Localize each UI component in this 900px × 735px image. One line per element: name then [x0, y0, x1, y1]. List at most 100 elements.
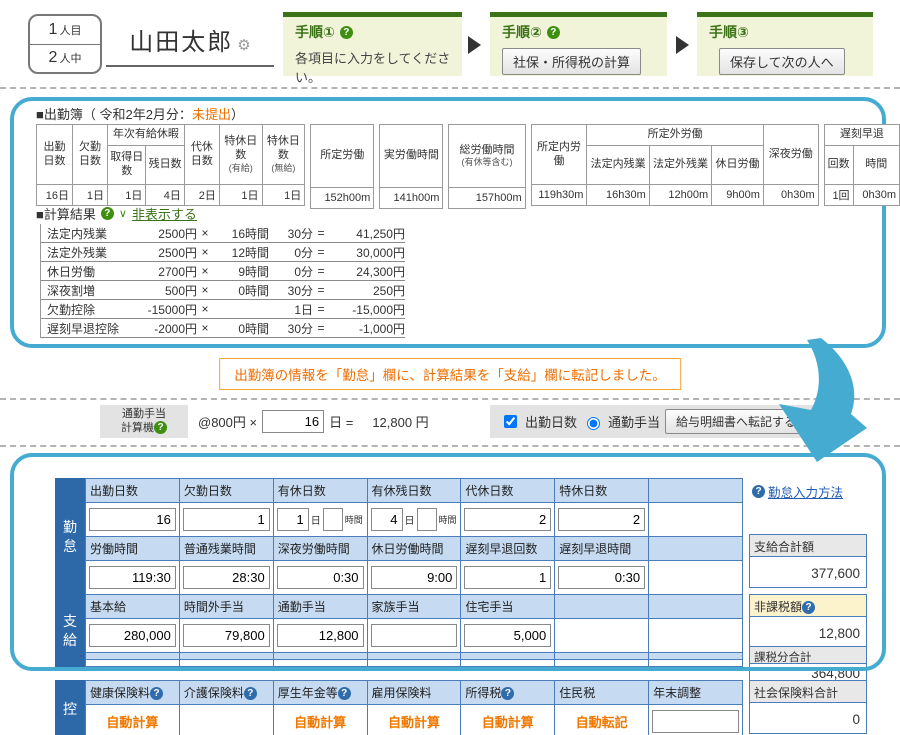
attendance-book-title: ■出勤簿（ 令和2年2月分：未提出）: [36, 104, 244, 123]
step1-title: 手順①: [295, 22, 335, 42]
payment-total-box: 支給合計額 377,600: [749, 534, 867, 588]
housing-allowance-input[interactable]: [464, 624, 551, 647]
attendance-days-input[interactable]: [89, 508, 176, 531]
calc-row: 深夜割増500円×0時間30分=250円: [41, 281, 405, 300]
commute-amount: 12,800 円: [372, 412, 428, 431]
social-insurance-total-label: 社会保険料合計: [750, 681, 866, 703]
paid-leave-remaining-hours-input[interactable]: [417, 508, 437, 531]
step-arrow-icon: [468, 36, 481, 54]
health-insurance-auto: 自動計算: [86, 705, 180, 735]
tardiness-table: 遅刻早退 回数 時間 1回 0h30m: [824, 124, 900, 206]
chevron-down-icon: ∨: [119, 207, 127, 220]
transfer-arrow-icon: [763, 336, 881, 464]
family-allowance-input[interactable]: [371, 624, 458, 647]
pager-current: 1 人目: [30, 16, 100, 44]
transfer-notice: 出勤簿の情報を「勤怠」欄に、計算結果を「支給」欄に転記しました。: [219, 358, 681, 390]
employee-name: 山田太郎: [129, 29, 233, 56]
holiday-work-hours-input[interactable]: [371, 566, 458, 589]
calc-row: 休日労働2700円×9時間0分=24,300円: [41, 262, 405, 281]
tardy-hours-input[interactable]: [558, 566, 645, 589]
overtime-hours-input[interactable]: [183, 566, 270, 589]
tardy-count-input[interactable]: [464, 566, 551, 589]
attendance-days-table: 出勤日数 欠勤日数 年次有給休暇 代休日数 特休日数(有給) 特休日数(無給) …: [36, 124, 305, 206]
base-salary-input[interactable]: [89, 624, 176, 647]
shikyu-table: 基本給 時間外手当 通勤手当 家族手当 住宅手当: [85, 594, 743, 667]
step1-box: 手順① ? 各項目に入力をしてください。: [283, 12, 462, 76]
divider: [0, 87, 900, 89]
calc-row: 法定内残業2500円×16時間30分=41,250円: [41, 224, 405, 243]
commute-calculator-label: 通勤手当 計算機?: [100, 405, 188, 438]
calc-insurance-tax-button[interactable]: 社保・所得税の計算: [502, 48, 641, 75]
night-work-hours-input[interactable]: [277, 566, 364, 589]
step2-title: 手順②: [502, 22, 542, 42]
payroll-app-page: 1 人目 2 人中 山田太郎⚙ 手順① ? 各項目に入力をしてください。 手順②…: [0, 0, 900, 735]
kintai-table: 出勤日数 欠勤日数 有休日数 有休残日数 代休日数 特休日数 日 時間 日 時間: [85, 478, 743, 595]
nontaxable-box: 非課税額? 12,800: [749, 594, 867, 648]
overtime-breakdown-table: 所定内労働 所定外労働 深夜労働 法定内残業 法定外残業 休日労働 119h30…: [531, 124, 819, 206]
calc-results-title: ■計算結果: [36, 204, 96, 223]
attendance-days-check-label: 出勤日数: [525, 412, 577, 431]
help-icon[interactable]: ?: [101, 207, 114, 220]
step1-instruction: 各項目に入力をしてください。: [295, 48, 452, 86]
calc-row: 欠勤控除-15000円×1日=-15,000円: [41, 300, 405, 319]
help-icon[interactable]: ?: [547, 26, 560, 39]
calc-row: 法定外残業2500円×12時間0分=30,000円: [41, 243, 405, 262]
kojo-table: 健康保険料? 介護保険料? 厚生年金等? 雇用保険料 所得税? 住民税 年末調整…: [85, 680, 743, 735]
employment-insurance-auto: 自動計算: [367, 705, 461, 735]
actual-work-table: 実労働時間 141h00m: [379, 124, 443, 209]
pager-total: 2 人中: [30, 44, 100, 73]
help-icon[interactable]: ?: [802, 601, 815, 614]
nontaxable-value: 12,800: [750, 617, 866, 647]
step3-box: 手順③ 保存して次の人へ: [697, 12, 873, 76]
year-end-adjustment-input[interactable]: [652, 710, 739, 733]
save-next-person-button[interactable]: 保存して次の人へ: [719, 48, 845, 75]
help-icon[interactable]: ?: [154, 421, 167, 434]
help-icon[interactable]: ?: [338, 687, 351, 700]
help-icon[interactable]: ?: [150, 687, 163, 700]
attendance-days-checkbox[interactable]: [504, 415, 517, 428]
help-icon[interactable]: ?: [501, 687, 514, 700]
commute-allowance-radio-label: 通勤手当: [608, 412, 660, 431]
paid-leave-remaining-days-input[interactable]: [371, 508, 403, 531]
absence-days-input[interactable]: [183, 508, 270, 531]
shikyu-section-label: 支給: [55, 594, 85, 667]
pension-auto: 自動計算: [273, 705, 367, 735]
payment-total-label: 支給合計額: [750, 535, 866, 557]
attendance-book-table: 出勤日数 欠勤日数 年次有給休暇 代休日数 特休日数(有給) 特休日数(無給) …: [36, 124, 900, 209]
commute-calculator-bar: 通勤手当 計算機? @800円 × 日 = 12,800 円 出勤日数 通勤手当…: [100, 405, 817, 438]
overtime-pay-input[interactable]: [183, 624, 270, 647]
commute-formula: @800円 × 日 = 12,800 円: [188, 405, 490, 438]
paid-leave-days-input[interactable]: [277, 508, 309, 531]
calc-row: 遅刻早退控除-2000円×0時間30分=-1,000円: [41, 319, 405, 338]
kojo-section-label: 控: [55, 680, 85, 735]
work-hours-input[interactable]: [89, 566, 176, 589]
kintai-section: 勤怠 出勤日数 欠勤日数 有休日数 有休残日数 代休日数 特休日数 日 時間 日: [55, 478, 743, 595]
social-insurance-total-value: 0: [750, 703, 866, 733]
comp-leave-days-input[interactable]: [464, 508, 551, 531]
nontaxable-label: 非課税額: [754, 600, 802, 614]
commute-days-input[interactable]: [262, 410, 324, 433]
gear-icon[interactable]: ⚙: [237, 37, 250, 54]
special-leave-days-input[interactable]: [558, 508, 645, 531]
kintai-help-link-row: ? 勤怠入力方法: [752, 482, 843, 501]
scheduled-work-table: 所定労働 152h00m: [310, 124, 374, 209]
commute-allowance-input[interactable]: [277, 624, 364, 647]
paid-leave-hours-input[interactable]: [323, 508, 343, 531]
nursing-insurance-value: [179, 705, 273, 735]
social-insurance-total-box: 社会保険料合計 0: [749, 680, 867, 734]
help-icon[interactable]: ?: [340, 26, 353, 39]
kintai-section-label: 勤怠: [55, 478, 85, 595]
calc-results-table: 法定内残業2500円×16時間30分=41,250円 法定外残業2500円×12…: [40, 224, 405, 338]
calc-results-header: ■計算結果 ? ∨ 非表示する: [36, 204, 197, 223]
employee-name-block: 山田太郎⚙: [106, 22, 274, 67]
hide-results-link[interactable]: 非表示する: [132, 204, 197, 223]
kojo-section: 控 健康保険料? 介護保険料? 厚生年金等? 雇用保険料 所得税? 住民税 年末…: [55, 680, 743, 735]
status-unsubmitted: 未提出: [192, 107, 231, 122]
kintai-input-help-link[interactable]: 勤怠入力方法: [768, 482, 843, 501]
help-icon[interactable]: ?: [752, 485, 765, 498]
employee-pager: 1 人目 2 人中: [28, 14, 102, 74]
income-tax-auto: 自動計算: [461, 705, 555, 735]
step2-box: 手順② ? 社保・所得税の計算: [490, 12, 667, 76]
commute-allowance-radio[interactable]: [587, 417, 600, 430]
help-icon[interactable]: ?: [244, 687, 257, 700]
